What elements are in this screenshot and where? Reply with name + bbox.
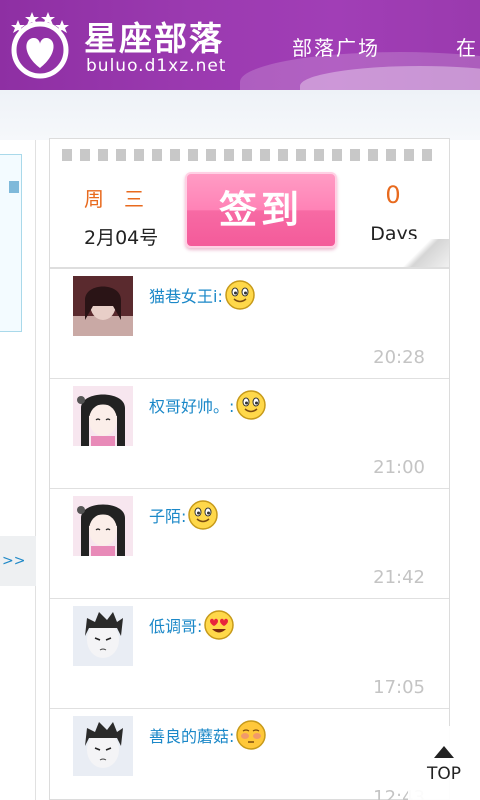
left-sidebar: >> xyxy=(0,140,36,800)
logo-icon[interactable] xyxy=(4,6,76,82)
avatar[interactable] xyxy=(73,386,133,446)
timestamp: 21:00 xyxy=(373,457,425,478)
avatar[interactable] xyxy=(73,606,133,666)
timestamp: 21:42 xyxy=(373,567,425,588)
avatar[interactable] xyxy=(73,496,133,556)
nav-next[interactable]: 在 xyxy=(456,32,478,61)
username[interactable]: 猫巷女王i: xyxy=(149,283,223,307)
username[interactable]: 子陌: xyxy=(149,503,186,527)
heart-eyes-emoji-icon xyxy=(204,610,235,640)
feed-item[interactable]: 子陌: 21:42 xyxy=(50,489,449,599)
blush-emoji-icon xyxy=(236,720,267,750)
play-icon[interactable] xyxy=(9,181,19,193)
app-header: 星座部落 buluo.d1xz.net 部落广场 在 xyxy=(0,0,480,90)
checkin-panel: 周三 2月04号 签到 0 Days 猫巷女王i: 20:28 权哥好帅。: 2… xyxy=(49,138,450,800)
checkin-button[interactable]: 签到 xyxy=(185,172,337,248)
background-strip xyxy=(0,90,480,140)
back-to-top-button[interactable]: TOP xyxy=(408,726,480,800)
smile-emoji-icon xyxy=(225,280,255,310)
smile-emoji-icon xyxy=(236,390,267,420)
username[interactable]: 权哥好帅。: xyxy=(149,393,234,417)
username[interactable]: 低调哥: xyxy=(149,613,202,637)
left-widget xyxy=(0,154,22,332)
feed-item[interactable]: 低调哥: 17:05 xyxy=(50,599,449,709)
feed-message: 权哥好帅。: xyxy=(149,389,267,421)
feed-item[interactable]: 权哥好帅。: 21:00 xyxy=(50,379,449,489)
feed-message: 猫巷女王i: xyxy=(149,279,256,311)
date-label: 2月04号 xyxy=(84,227,159,249)
feed-message: 善良的蘑菇: xyxy=(149,719,267,751)
card-dashes xyxy=(62,149,438,161)
feed-item[interactable]: 猫巷女王i: 20:28 xyxy=(50,269,449,379)
username[interactable]: 善良的蘑菇: xyxy=(149,723,234,747)
days-count: 0 xyxy=(385,181,401,209)
timestamp: 20:28 xyxy=(373,347,425,368)
feed-item[interactable]: 善良的蘑菇: 12:43 xyxy=(50,709,449,800)
arrow-up-icon xyxy=(434,746,454,758)
feed-message: 子陌: xyxy=(149,499,219,531)
site-url: buluo.d1xz.net xyxy=(86,56,227,76)
nav-tribe-square[interactable]: 部落广场 xyxy=(292,32,380,61)
avatar[interactable] xyxy=(73,716,133,776)
timestamp: 17:05 xyxy=(373,677,425,698)
more-link[interactable]: >> xyxy=(0,536,36,586)
page-curl xyxy=(391,239,449,269)
smile-emoji-icon xyxy=(188,500,219,530)
top-label: TOP xyxy=(426,764,462,784)
site-title[interactable]: 星座部落 xyxy=(84,12,224,60)
checkin-card: 周三 2月04号 签到 0 Days xyxy=(50,139,449,269)
weekday-label: 周三 xyxy=(84,187,164,211)
feed-message: 低调哥: xyxy=(149,609,235,641)
avatar[interactable] xyxy=(73,276,133,336)
